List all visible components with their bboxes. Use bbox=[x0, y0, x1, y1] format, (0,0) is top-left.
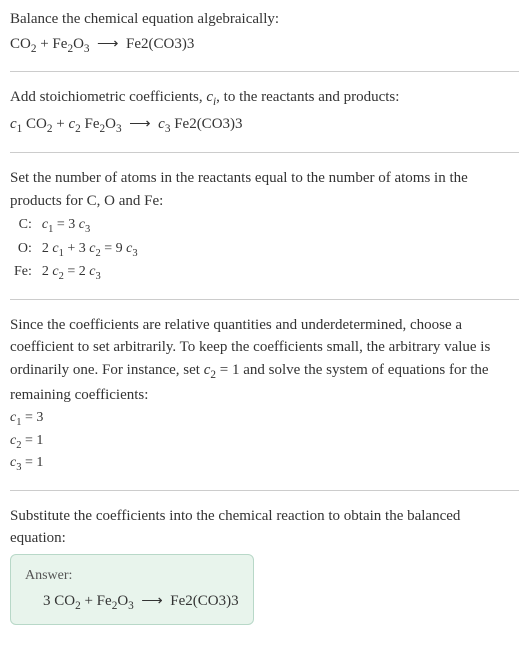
section-intro: Balance the chemical equation algebraica… bbox=[10, 8, 519, 57]
stoich-text: Add stoichiometric coefficients, ci, to … bbox=[10, 86, 519, 111]
atom-label: Fe: bbox=[10, 261, 38, 285]
atom-row: C:c1 = 3 c3 bbox=[10, 214, 142, 238]
atom-row: O:2 c1 + 3 c2 = 9 c3 bbox=[10, 238, 142, 262]
intro-text: Balance the chemical equation algebraica… bbox=[10, 8, 519, 31]
atom-equation: 2 c2 = 2 c3 bbox=[38, 261, 142, 285]
divider bbox=[10, 152, 519, 153]
divider bbox=[10, 299, 519, 300]
atom-equation: c1 = 3 c3 bbox=[38, 214, 142, 238]
atom-balance-table: C:c1 = 3 c3O:2 c1 + 3 c2 = 9 c3Fe:2 c2 =… bbox=[10, 214, 142, 285]
divider bbox=[10, 490, 519, 491]
divider bbox=[10, 71, 519, 72]
coefficient-value: c2 = 1 bbox=[10, 431, 519, 453]
atom-label: O: bbox=[10, 238, 38, 262]
balanced-equation: 3 CO2 + Fe2O3 ⟶ Fe2(CO3)3 bbox=[25, 590, 239, 615]
coefficient-value: c1 = 3 bbox=[10, 408, 519, 430]
atoms-text: Set the number of atoms in the reactants… bbox=[10, 167, 519, 212]
atom-table-body: C:c1 = 3 c3O:2 c1 + 3 c2 = 9 c3Fe:2 c2 =… bbox=[10, 214, 142, 285]
section-atoms: Set the number of atoms in the reactants… bbox=[10, 167, 519, 285]
substitute-text: Substitute the coefficients into the che… bbox=[10, 505, 519, 550]
stoich-equation: c1 CO2 + c2 Fe2O3 ⟶ c3 Fe2(CO3)3 bbox=[10, 113, 519, 138]
unbalanced-equation: CO2 + Fe2O3 ⟶ Fe2(CO3)3 bbox=[10, 33, 519, 58]
answer-label: Answer: bbox=[25, 565, 239, 586]
section-solve: Since the coefficients are relative quan… bbox=[10, 314, 519, 476]
atom-label: C: bbox=[10, 214, 38, 238]
answer-box: Answer: 3 CO2 + Fe2O3 ⟶ Fe2(CO3)3 bbox=[10, 554, 254, 626]
section-stoichiometric: Add stoichiometric coefficients, ci, to … bbox=[10, 86, 519, 138]
coefficient-list: c1 = 3c2 = 1c3 = 1 bbox=[10, 408, 519, 475]
atom-row: Fe:2 c2 = 2 c3 bbox=[10, 261, 142, 285]
solve-text: Since the coefficients are relative quan… bbox=[10, 314, 519, 406]
atom-equation: 2 c1 + 3 c2 = 9 c3 bbox=[38, 238, 142, 262]
coefficient-value: c3 = 1 bbox=[10, 453, 519, 475]
section-substitute: Substitute the coefficients into the che… bbox=[10, 505, 519, 626]
